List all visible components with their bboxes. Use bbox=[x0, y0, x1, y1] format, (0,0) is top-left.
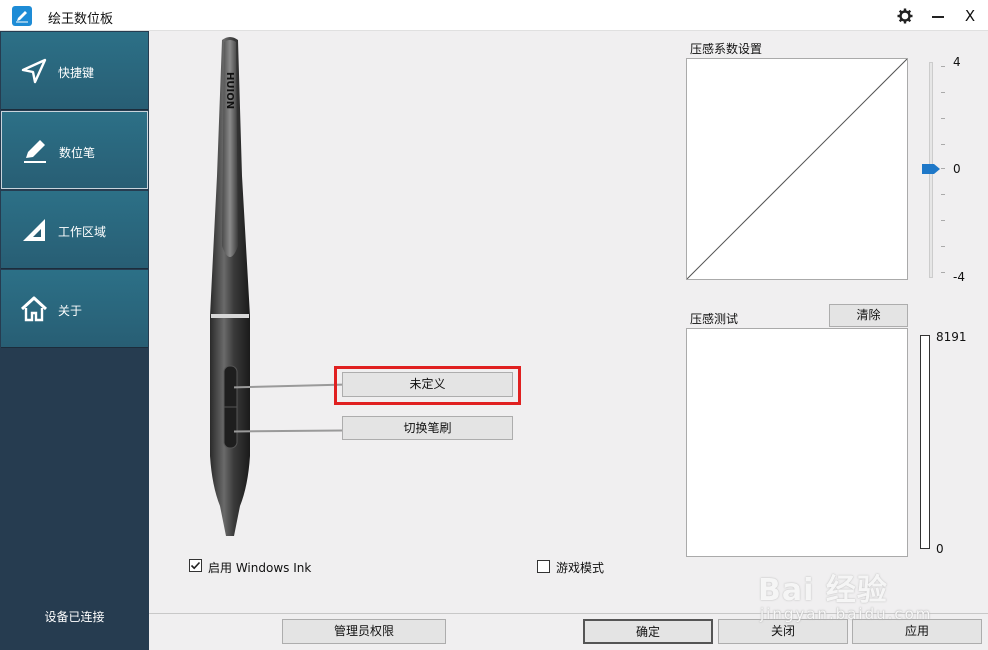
sidebar-item-work-area[interactable]: 工作区域 bbox=[1, 191, 148, 269]
close-icon[interactable]: X bbox=[958, 4, 982, 28]
watermark-logo: Bai 经验 bbox=[758, 573, 888, 608]
pressure-curve-title: 压感系数设置 bbox=[690, 42, 763, 56]
set-square-icon bbox=[23, 219, 45, 241]
home-icon bbox=[21, 296, 47, 322]
slider-tick bbox=[941, 220, 945, 221]
pen-icon bbox=[24, 140, 46, 163]
slider-mid-label: 0 bbox=[953, 162, 961, 176]
sidebar-item-label: 工作区域 bbox=[58, 225, 107, 239]
footer-divider bbox=[149, 613, 988, 614]
sidebar-item-label: 关于 bbox=[58, 304, 83, 318]
clear-button[interactable]: 清除 bbox=[829, 304, 908, 327]
sidebar-item-label: 数位笔 bbox=[59, 146, 96, 160]
ok-button[interactable]: 确定 bbox=[583, 619, 713, 644]
app-logo-icon bbox=[12, 6, 32, 26]
close-button[interactable]: 关闭 bbox=[718, 619, 848, 644]
slider-tick bbox=[941, 92, 945, 93]
game-mode-label: 游戏模式 bbox=[556, 561, 605, 575]
sidebar-item-label: 快捷键 bbox=[58, 66, 95, 80]
apply-button[interactable]: 应用 bbox=[852, 619, 982, 644]
sidebar-item-shortcuts[interactable]: 快捷键 bbox=[1, 32, 148, 110]
slider-min-label: -4 bbox=[953, 270, 965, 284]
lower-pen-button-select[interactable]: 切换笔刷 bbox=[342, 416, 513, 440]
sidebar-item-about[interactable]: 关于 bbox=[1, 270, 148, 348]
pen-illustration: HUION bbox=[210, 37, 250, 536]
pen-brand-label: HUION bbox=[224, 72, 235, 109]
pressure-slider-thumb[interactable] bbox=[922, 164, 940, 174]
pressure-curve-graph[interactable] bbox=[686, 58, 908, 280]
slider-tick bbox=[941, 66, 945, 67]
window-title: 绘王数位板 bbox=[48, 12, 114, 27]
slider-tick bbox=[941, 168, 945, 169]
send-arrow-icon bbox=[21, 58, 47, 84]
slider-tick bbox=[941, 194, 945, 195]
lower-button-leader bbox=[233, 429, 343, 433]
checkmark-icon bbox=[190, 561, 201, 570]
pressure-test-canvas[interactable] bbox=[686, 328, 908, 557]
device-status: 设备已连接 bbox=[44, 610, 105, 624]
slider-tick bbox=[941, 118, 945, 119]
sidebar: 快捷键 数位笔 工作区域 关于 设备已连接 bbox=[0, 31, 149, 650]
pressure-test-title: 压感测试 bbox=[690, 312, 739, 326]
slider-tick bbox=[941, 272, 945, 273]
pressure-min-label: 0 bbox=[936, 542, 944, 556]
sidebar-item-pen[interactable]: 数位笔 bbox=[1, 111, 148, 189]
title-bar: 绘王数位板 X bbox=[0, 0, 988, 31]
slider-max-label: 4 bbox=[953, 55, 961, 69]
admin-button[interactable]: 管理员权限 bbox=[282, 619, 446, 644]
upper-pen-button-select[interactable]: 未定义 bbox=[342, 372, 513, 397]
slider-tick bbox=[941, 246, 945, 247]
windows-ink-checkbox[interactable] bbox=[189, 559, 202, 572]
pressure-max-label: 8191 bbox=[936, 330, 967, 344]
slider-tick bbox=[941, 144, 945, 145]
pressure-level-bar bbox=[920, 335, 930, 549]
windows-ink-label: 启用 Windows Ink bbox=[208, 561, 312, 575]
gear-icon[interactable] bbox=[893, 4, 917, 28]
minimize-icon[interactable] bbox=[926, 4, 950, 28]
game-mode-checkbox[interactable] bbox=[537, 560, 550, 573]
